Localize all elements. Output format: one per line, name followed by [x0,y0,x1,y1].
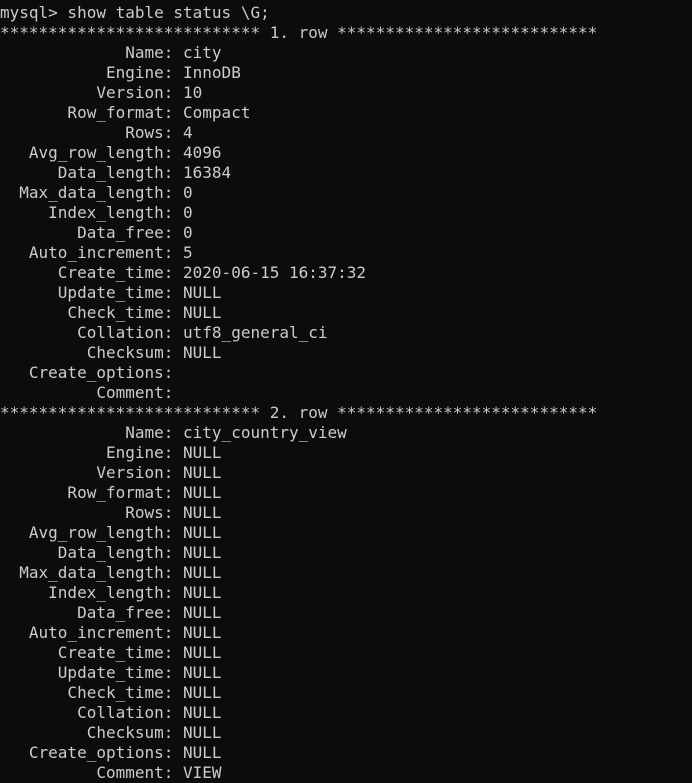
field-engine-row2: Engine: NULL [0,443,222,462]
terminal-screen: , ,, ,mysql> show table status \G;******… [0,0,692,783]
row-separator-1: *************************** 1. row *****… [0,23,598,42]
field-data_length-row2: Data_length: NULL [0,543,222,562]
field-engine-row1: Engine: InnoDB [0,63,241,82]
field-comment-row1: Comment: [0,383,184,402]
field-avg_row_length-row2: Avg_row_length: NULL [0,523,222,542]
field-check_time-row1: Check_time: NULL [0,303,222,322]
field-name-row1: Name: city [0,43,222,62]
field-index_length-row2: Index_length: NULL [0,583,222,602]
field-collation-row2: Collation: NULL [0,703,222,722]
field-version-row2: Version: NULL [0,463,222,482]
field-data_free-row2: Data_free: NULL [0,603,222,622]
field-row_format-row2: Row_format: NULL [0,483,222,502]
field-auto_increment-row1: Auto_increment: 5 [0,243,193,262]
field-max_data_length-row2: Max_data_length: NULL [0,563,222,582]
field-rows-row2: Rows: NULL [0,503,222,522]
row-separator-2: *************************** 2. row *****… [0,403,598,422]
field-index_length-row1: Index_length: 0 [0,203,193,222]
terminal-window[interactable]: , ,, ,mysql> show table status \G;******… [0,0,692,783]
field-row_format-row1: Row_format: Compact [0,103,251,122]
field-data_free-row1: Data_free: 0 [0,223,193,242]
field-collation-row1: Collation: utf8_general_ci [0,323,328,342]
field-data_length-row1: Data_length: 16384 [0,163,232,182]
field-update_time-row2: Update_time: NULL [0,663,222,682]
field-checksum-row2: Checksum: NULL [0,723,222,742]
field-update_time-row1: Update_time: NULL [0,283,222,302]
field-name-row2: Name: city_country_view [0,423,347,442]
field-max_data_length-row1: Max_data_length: 0 [0,183,193,202]
command-prompt-line: mysql> show table status \G; [0,3,270,22]
field-version-row1: Version: 10 [0,83,203,102]
field-create_options-row1: Create_options: [0,363,184,382]
field-rows-row1: Rows: 4 [0,123,193,142]
field-create_time-row2: Create_time: NULL [0,643,222,662]
field-check_time-row2: Check_time: NULL [0,683,222,702]
field-create_time-row1: Create_time: 2020-06-15 16:37:32 [0,263,367,282]
field-create_options-row2: Create_options: NULL [0,743,222,762]
field-auto_increment-row2: Auto_increment: NULL [0,623,222,642]
field-checksum-row1: Checksum: NULL [0,343,222,362]
field-avg_row_length-row1: Avg_row_length: 4096 [0,143,222,162]
field-comment-row2: Comment: VIEW [0,763,222,782]
